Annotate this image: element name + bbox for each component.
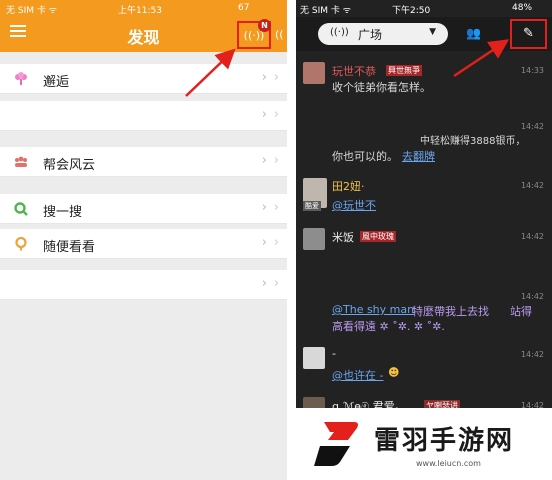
mention-link[interactable]: @玩世不 [332,197,376,213]
compose-icon: ✎ [523,26,534,41]
list-item-label: 帮会风云 [43,158,96,173]
watermark-url: www.leiucn.com [416,459,481,468]
people-icon[interactable]: 👥 [466,26,481,40]
search-icon [14,202,28,216]
avatar[interactable] [303,228,325,250]
smile-emoji-icon: ☻ [388,366,400,379]
list-item-browse[interactable]: 随便看看 › › [0,229,287,259]
list-item-label: 邂逅 [43,75,70,90]
status-bar: 无 SIM 卡 ᯤ 上午11:53 67 [0,0,287,18]
chevron-right-icon: › [261,153,267,168]
clock: 上午11:53 [118,6,162,16]
avatar[interactable] [303,347,325,369]
list-item-encounter[interactable]: 邂逅 › › [0,64,287,94]
chevron-right-icon: › [261,276,267,291]
timestamp: 14:42 [520,292,544,301]
chevron-right-icon: › [273,70,279,85]
username[interactable]: - [332,347,336,360]
chat-message[interactable]: 酷爱 田2妞· 14:42 @玩世不 [296,175,552,215]
watermark-title: 雷羽手游网 [374,426,515,456]
avatar[interactable] [303,62,325,84]
location-pin-icon [15,237,27,251]
new-badge: N [258,19,271,32]
status-bar: 无 SIM 卡 ᯤ 下午2:50 48% [296,0,552,17]
list-item-label: 随便看看 [43,240,96,255]
message-text: 站得 [510,305,532,318]
radar-button[interactable]: ((·)) N [237,19,271,49]
chevron-right-icon: › [261,107,267,122]
message-text: 你也可以的。 [332,150,398,163]
username[interactable]: 米饭 [332,229,354,245]
chat-message[interactable]: 14:42 @The shy man 特麼帶我上去找 站得 高看得遠 ✲ ˚✲.… [296,290,552,338]
channel-label: 广场 [358,28,383,42]
chevron-right-icon: › [261,70,267,85]
message-text: 中轻松赚得3888银币， [420,136,526,147]
username[interactable]: 田2妞· [332,178,365,194]
message-text: 特麼帶我上去找 [412,305,489,318]
chevron-right-icon: › [273,107,279,122]
list-item[interactable]: › › [0,101,287,131]
carrier-text: 无 SIM 卡 ᯤ [6,6,57,16]
mention-link[interactable]: @也许在 - [332,367,383,383]
list-item-label: 搜一搜 [43,205,83,220]
left-phone-discover-screen: 无 SIM 卡 ᯤ 上午11:53 67 发现 ((·)) N (( 邂逅 › … [0,0,287,480]
list-item-search[interactable]: 搜一搜 › › [0,194,287,224]
plaza-channel-selector[interactable]: ((·)) 广场 ▼ [318,23,448,45]
timestamp: 14:33 [520,66,544,75]
chevron-right-icon: › [261,200,267,215]
dropdown-arrow-icon: ▼ [429,27,436,37]
flip-card-link[interactable]: 去翻牌 [402,148,435,164]
carrier-text: 无 SIM 卡 ᯤ [300,6,351,16]
message-text: 高看得遠 ✲ ˚✲. ✲ ˚✲. [332,320,445,333]
radio-icon: ((·)) [330,27,349,38]
chat-message[interactable]: 玩世不恭 興世無爭 14:33 收个徒弟你看怎样。 [296,60,552,100]
chat-message[interactable]: 14:42 中轻松赚得3888银币， 你也可以的。 去翻牌 [296,120,552,165]
chevron-right-icon: › [273,235,279,250]
clock: 下午2:50 [392,6,431,16]
mention-link[interactable]: @The shy man [332,303,414,316]
timestamp: 14:42 [520,350,544,359]
nav-bar: 发现 ((·)) N (( [0,18,287,52]
chevron-right-icon: › [273,153,279,168]
chat-message[interactable]: - 14:42 @也许在 - ☻ [296,344,552,384]
avatar-label: 酷爱 [303,201,321,211]
radar-edge-icon: (( [275,28,284,41]
chat-message[interactable]: 米饭 風中玫瑰 14:42 [296,226,552,256]
message-text: 收个徒弟你看怎样。 [332,81,431,94]
chevron-right-icon: › [273,200,279,215]
timestamp: 14:42 [520,181,544,190]
watermark-logo-icon [314,422,358,466]
timestamp: 14:42 [520,232,544,241]
list-item-guild[interactable]: 帮会风云 › › [0,147,287,177]
list-item[interactable]: › › [0,270,287,300]
nav-bar: ((·)) 广场 ▼ 👥 ✎ [296,17,552,51]
user-title-badge: 興世無爭 [386,65,422,76]
group-icon [15,156,27,167]
flower-icon [15,72,27,85]
timestamp: 14:42 [520,122,544,131]
chevron-right-icon: › [261,235,267,250]
user-title-badge: 風中玫瑰 [360,231,396,242]
chat-message[interactable]: ɑ.ℳѳඹ.君爱。 ヤ喇瑟䜤 14:42 [296,395,552,419]
compose-button[interactable]: ✎ [510,19,547,49]
chevron-right-icon: › [273,276,279,291]
battery-level: 48% [512,3,533,13]
username[interactable]: 玩世不恭 [332,63,376,79]
battery-level: 67 [238,3,250,13]
site-watermark: 雷羽手游网 www.leiucn.com [296,408,552,480]
